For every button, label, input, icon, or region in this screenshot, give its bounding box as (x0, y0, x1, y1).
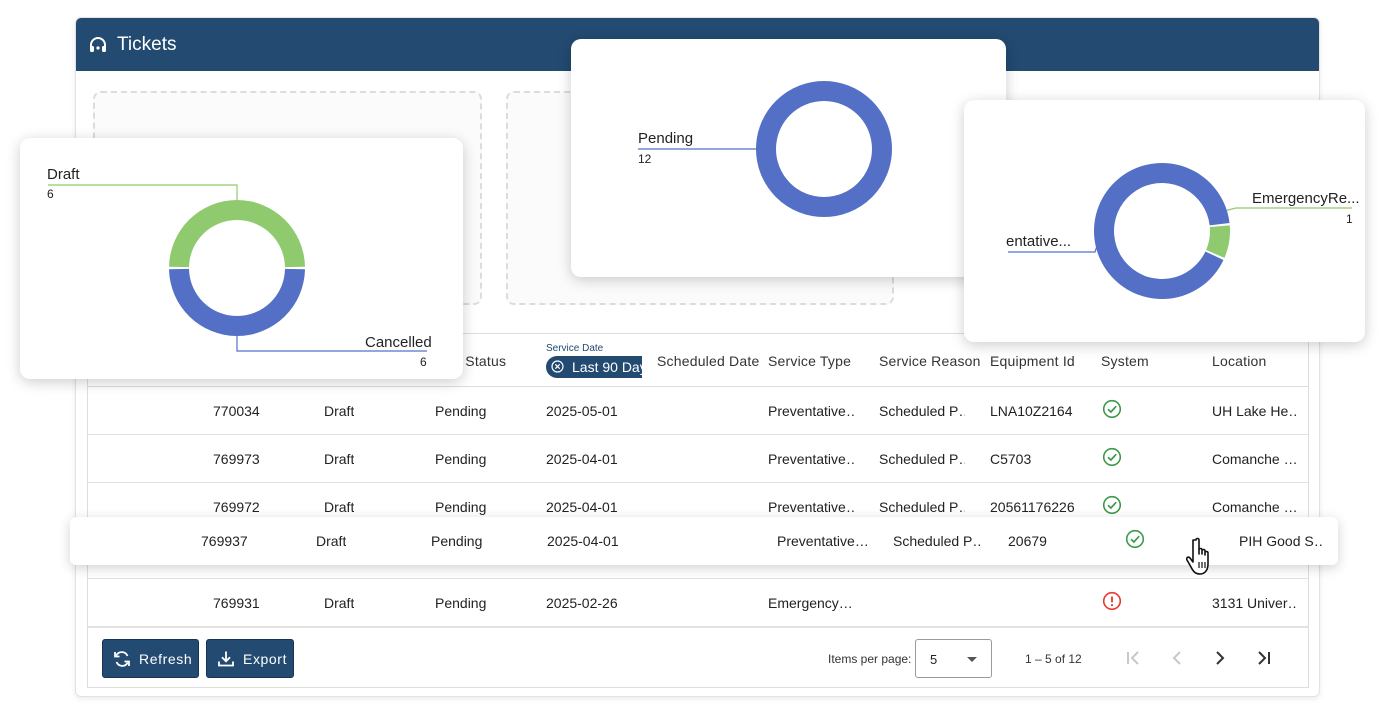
tickets-table: k Status Service Date Last 90 Days Sched… (87, 333, 1309, 688)
ticket-status: Pending (435, 451, 487, 467)
emergency-label: EmergencyRe... (1252, 190, 1360, 207)
service-type: Preventative… (768, 403, 854, 419)
service-date-filter-chip[interactable]: Last 90 Days (546, 356, 642, 378)
pagination-range: 1 – 5 of 12 (1025, 652, 1082, 666)
table-row[interactable]: 769973 Draft Pending 2025-04-01 Preventa… (88, 435, 1308, 483)
pending-value: 12 (638, 152, 652, 166)
ticket-status: Pending (431, 533, 483, 549)
pending-chart-card: Pending 12 (571, 39, 1006, 277)
last-page-icon[interactable] (1252, 646, 1276, 670)
ticket-id: 769937 (201, 533, 248, 549)
emergency-leader-line (1223, 207, 1352, 212)
draft-cancelled-chart-card: Draft 6 Cancelled 6 (20, 138, 463, 379)
table-footer: Refresh Export Items per page: 5 1 – 5 o… (88, 627, 1308, 687)
clear-filter-icon[interactable] (551, 360, 564, 373)
service-date: 2025-04-01 (547, 533, 619, 549)
check-circle-icon (1125, 529, 1145, 549)
equipment-id: C5703 (990, 451, 1032, 467)
emergency-slice[interactable] (1206, 225, 1230, 258)
service-date: 2025-05-01 (546, 403, 618, 419)
page-title: Tickets (117, 33, 177, 55)
headset-icon (90, 36, 106, 52)
column-header-service-reason[interactable]: Service Reason (879, 353, 981, 369)
ticket-state: Draft (324, 451, 355, 467)
emergency-value: 1 (1346, 212, 1353, 226)
ticket-id: 769931 (213, 595, 260, 611)
ticket-status: Pending (435, 595, 487, 611)
alert-circle-icon (1102, 591, 1122, 611)
ticket-id: 770034 (213, 403, 260, 419)
equipment-id: 20679 (1008, 533, 1047, 549)
items-per-page-label: Items per page: (828, 652, 912, 666)
items-per-page-value: 5 (930, 652, 938, 667)
cancelled-label: Cancelled (365, 334, 432, 351)
equipment-id: 20561176226 (990, 499, 1075, 515)
preventative-label: entative... (1006, 233, 1072, 250)
table-row[interactable]: 770034 Draft Pending 2025-05-01 Preventa… (88, 387, 1308, 435)
service-reason: Scheduled P… (879, 451, 965, 467)
cancelled-slice[interactable] (169, 268, 305, 337)
service-type: Preventative… (768, 499, 854, 515)
check-circle-icon (1102, 495, 1122, 515)
ticket-id: 769973 (213, 451, 260, 467)
column-header-system[interactable]: System (1101, 353, 1149, 369)
location: Comanche … (1212, 451, 1298, 467)
previous-page-icon[interactable] (1165, 646, 1189, 670)
service-type: Emergency… (768, 595, 853, 611)
service-type: Preventative… (768, 451, 854, 467)
service-reason: Scheduled P… (879, 403, 965, 419)
column-header-location[interactable]: Location (1212, 353, 1267, 369)
draft-leader-line (48, 184, 238, 200)
location: Comanche … (1212, 499, 1298, 515)
service-type-donut-chart (1008, 162, 1352, 299)
dropdown-caret-icon (967, 657, 977, 662)
location: PIH Good S… (1239, 533, 1323, 549)
service-date-filter-value: Last 90 Days (572, 359, 642, 375)
preventative-slice[interactable] (1094, 162, 1230, 299)
items-per-page-select[interactable]: 5 (915, 639, 992, 678)
first-page-icon[interactable] (1121, 646, 1145, 670)
export-label: Export (243, 650, 288, 667)
service-date: 2025-04-01 (546, 451, 618, 467)
refresh-button[interactable]: Refresh (102, 639, 199, 678)
draft-value: 6 (47, 187, 54, 201)
hand-cursor-icon (1186, 537, 1209, 575)
location: UH Lake He… (1212, 403, 1298, 419)
pending-slice[interactable] (756, 81, 892, 217)
service-date: 2025-02-26 (546, 595, 618, 611)
ticket-status: Pending (435, 499, 487, 515)
refresh-label: Refresh (139, 650, 193, 667)
service-type-chart-card: entative... EmergencyRe... 1 (964, 100, 1365, 342)
draft-slice[interactable] (169, 199, 305, 268)
export-button[interactable]: Export (206, 639, 294, 678)
refresh-icon (114, 650, 130, 667)
ticket-state: Draft (324, 499, 355, 515)
check-circle-icon (1102, 447, 1122, 467)
column-header-equipment-id[interactable]: Equipment Id (990, 353, 1075, 369)
table-row[interactable]: 769931 Draft Pending 2025-02-26 Emergenc… (88, 579, 1308, 627)
service-date-filter-label: Service Date (546, 343, 604, 354)
service-reason: Scheduled P… (879, 499, 965, 515)
location: 3131 Univer… (1212, 595, 1298, 611)
pending-donut-chart (638, 81, 892, 217)
service-reason: Scheduled P… (893, 533, 981, 549)
cancelled-value: 6 (420, 355, 427, 369)
pending-label: Pending (638, 130, 694, 147)
highlighted-table-row[interactable]: 769937 Draft Pending 2025-04-01 Preventa… (70, 517, 1338, 565)
service-date: 2025-04-01 (546, 499, 618, 515)
column-header-service-type[interactable]: Service Type (768, 353, 851, 369)
ticket-state: Draft (324, 403, 355, 419)
column-header-scheduled-date[interactable]: Scheduled Date (657, 353, 759, 369)
ticket-state: Draft (324, 595, 355, 611)
equipment-id: LNA10Z2164 (990, 403, 1073, 419)
next-page-icon[interactable] (1208, 646, 1232, 670)
ticket-status: Pending (435, 403, 487, 419)
service-type: Preventative… (777, 533, 867, 549)
download-icon (218, 651, 234, 666)
check-circle-icon (1102, 399, 1122, 419)
ticket-id: 769972 (213, 499, 260, 515)
ticket-state: Draft (316, 533, 347, 549)
draft-label: Draft (47, 166, 80, 183)
